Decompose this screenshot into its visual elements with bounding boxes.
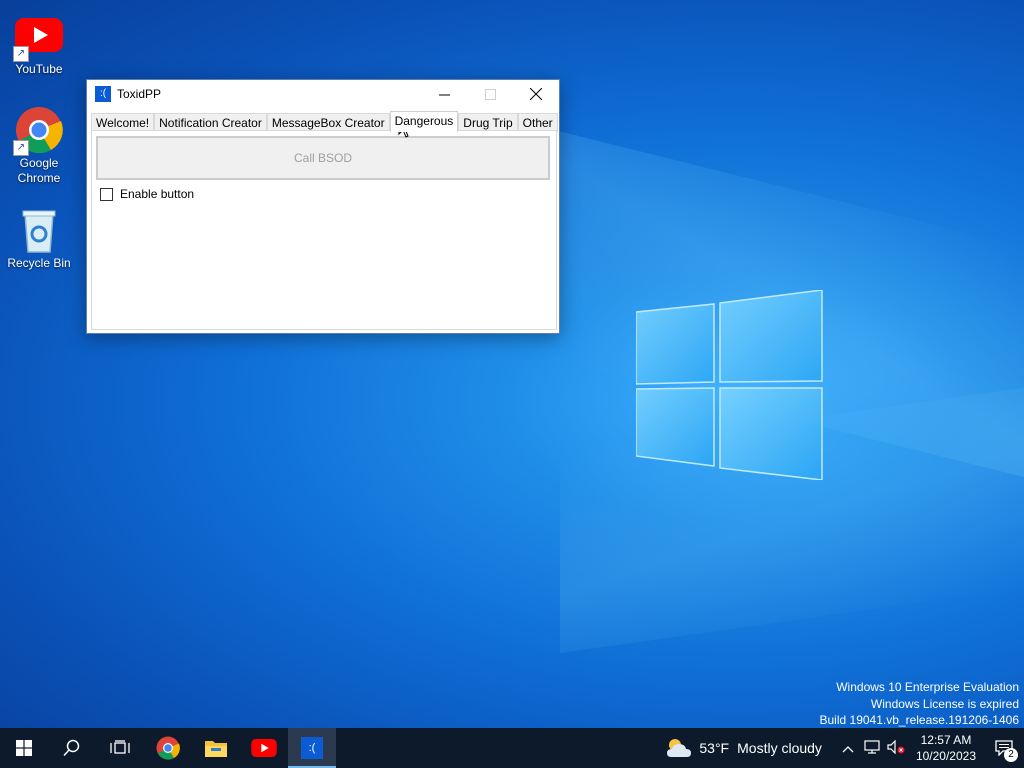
- action-center-button[interactable]: 2: [984, 728, 1024, 768]
- desktop-icon-label: Recycle Bin: [7, 256, 71, 270]
- toxidpp-app-icon: :(: [301, 737, 323, 759]
- chrome-icon: [156, 736, 180, 760]
- volume-button[interactable]: [884, 739, 908, 757]
- maximize-icon: [484, 88, 496, 100]
- desktop-icon-youtube[interactable]: ↗ YouTube: [1, 12, 77, 76]
- desktop-icon-label: YouTube: [15, 62, 63, 76]
- window-title: ToxidPP: [117, 87, 162, 101]
- maximize-button: [467, 80, 513, 108]
- windows-logo-wallpaper: [636, 290, 823, 480]
- youtube-icon: ↗: [13, 12, 63, 62]
- dangerous-tab-panel: Call BSOD Enable button: [91, 130, 557, 330]
- search-icon: [63, 739, 80, 757]
- taskbar-file-explorer-button[interactable]: [192, 728, 240, 768]
- recycle-bin-icon: [15, 206, 63, 254]
- watermark-line-build: Build 19041.vb_release.191206-1406: [819, 713, 1020, 727]
- call-bsod-button[interactable]: Call BSOD: [96, 136, 550, 180]
- tab-strip: Welcome! Notification Creator MessageBox…: [91, 111, 558, 132]
- folder-icon: [205, 741, 227, 757]
- chrome-icon: ↗: [13, 106, 63, 156]
- minimize-icon: [438, 94, 450, 95]
- weather-description: Mostly cloudy: [737, 740, 822, 756]
- watermark-line-edition: Windows 10 Enterprise Evaluation: [836, 680, 1019, 694]
- shortcut-arrow-icon: ↗: [13, 140, 29, 156]
- enable-button-label[interactable]: Enable button: [120, 187, 194, 201]
- partly-cloudy-icon: [667, 739, 692, 757]
- enable-button-checkbox[interactable]: [100, 187, 113, 201]
- close-icon: [530, 88, 542, 100]
- toxidpp-window[interactable]: :( ToxidPP Welcome! Notification Creator…: [86, 79, 560, 334]
- close-button[interactable]: [513, 80, 559, 108]
- windows-start-icon: [16, 740, 32, 756]
- task-view-button[interactable]: [96, 728, 144, 768]
- taskbar-toxidpp-button[interactable]: :(: [288, 728, 336, 768]
- shortcut-arrow-icon: ↗: [13, 46, 29, 62]
- weather-temperature: 53°F: [699, 740, 730, 756]
- title-bar[interactable]: :( ToxidPP: [87, 80, 559, 108]
- taskbar-youtube-button[interactable]: [240, 728, 288, 768]
- desktop-icon-label: Google Chrome: [17, 156, 61, 185]
- clock-date: 10/20/2023: [915, 749, 976, 763]
- search-button[interactable]: [48, 728, 96, 768]
- notification-count-badge: 2: [1004, 748, 1018, 762]
- watermark-line-license: Windows License is expired: [870, 696, 1019, 711]
- network-icon: [864, 739, 880, 754]
- task-view-icon: [110, 740, 130, 754]
- network-button[interactable]: [860, 739, 884, 757]
- taskbar: :( 53°F Mostly cloudy 12:57 AM 10/20/202…: [0, 728, 1024, 768]
- system-tray: 53°F Mostly cloudy 12:57 AM 10/20/2023 2: [665, 728, 1024, 768]
- clock-time: 12:57 AM: [920, 733, 972, 747]
- start-button[interactable]: [0, 728, 48, 768]
- weather-widget[interactable]: 53°F Mostly cloudy: [665, 737, 822, 759]
- tab-dangerous[interactable]: Dangerous: [389, 111, 459, 132]
- show-hidden-icons-button[interactable]: [836, 740, 860, 756]
- chevron-up-icon: [842, 746, 854, 753]
- minimize-button[interactable]: [421, 80, 467, 108]
- app-icon: :(: [95, 86, 111, 102]
- taskbar-chrome-button[interactable]: [144, 728, 192, 768]
- desktop-icon-recycle-bin[interactable]: Recycle Bin: [1, 206, 77, 270]
- desktop-icon-google-chrome[interactable]: ↗ Google Chrome: [1, 106, 77, 186]
- volume-muted-icon: [887, 739, 905, 754]
- windows-watermark: Windows 10 Enterprise Evaluation Windows…: [820, 679, 1020, 729]
- clock[interactable]: 12:57 AM 10/20/2023: [916, 732, 976, 764]
- youtube-icon: [251, 739, 277, 757]
- enable-button-checkbox-row[interactable]: Enable button: [100, 187, 194, 201]
